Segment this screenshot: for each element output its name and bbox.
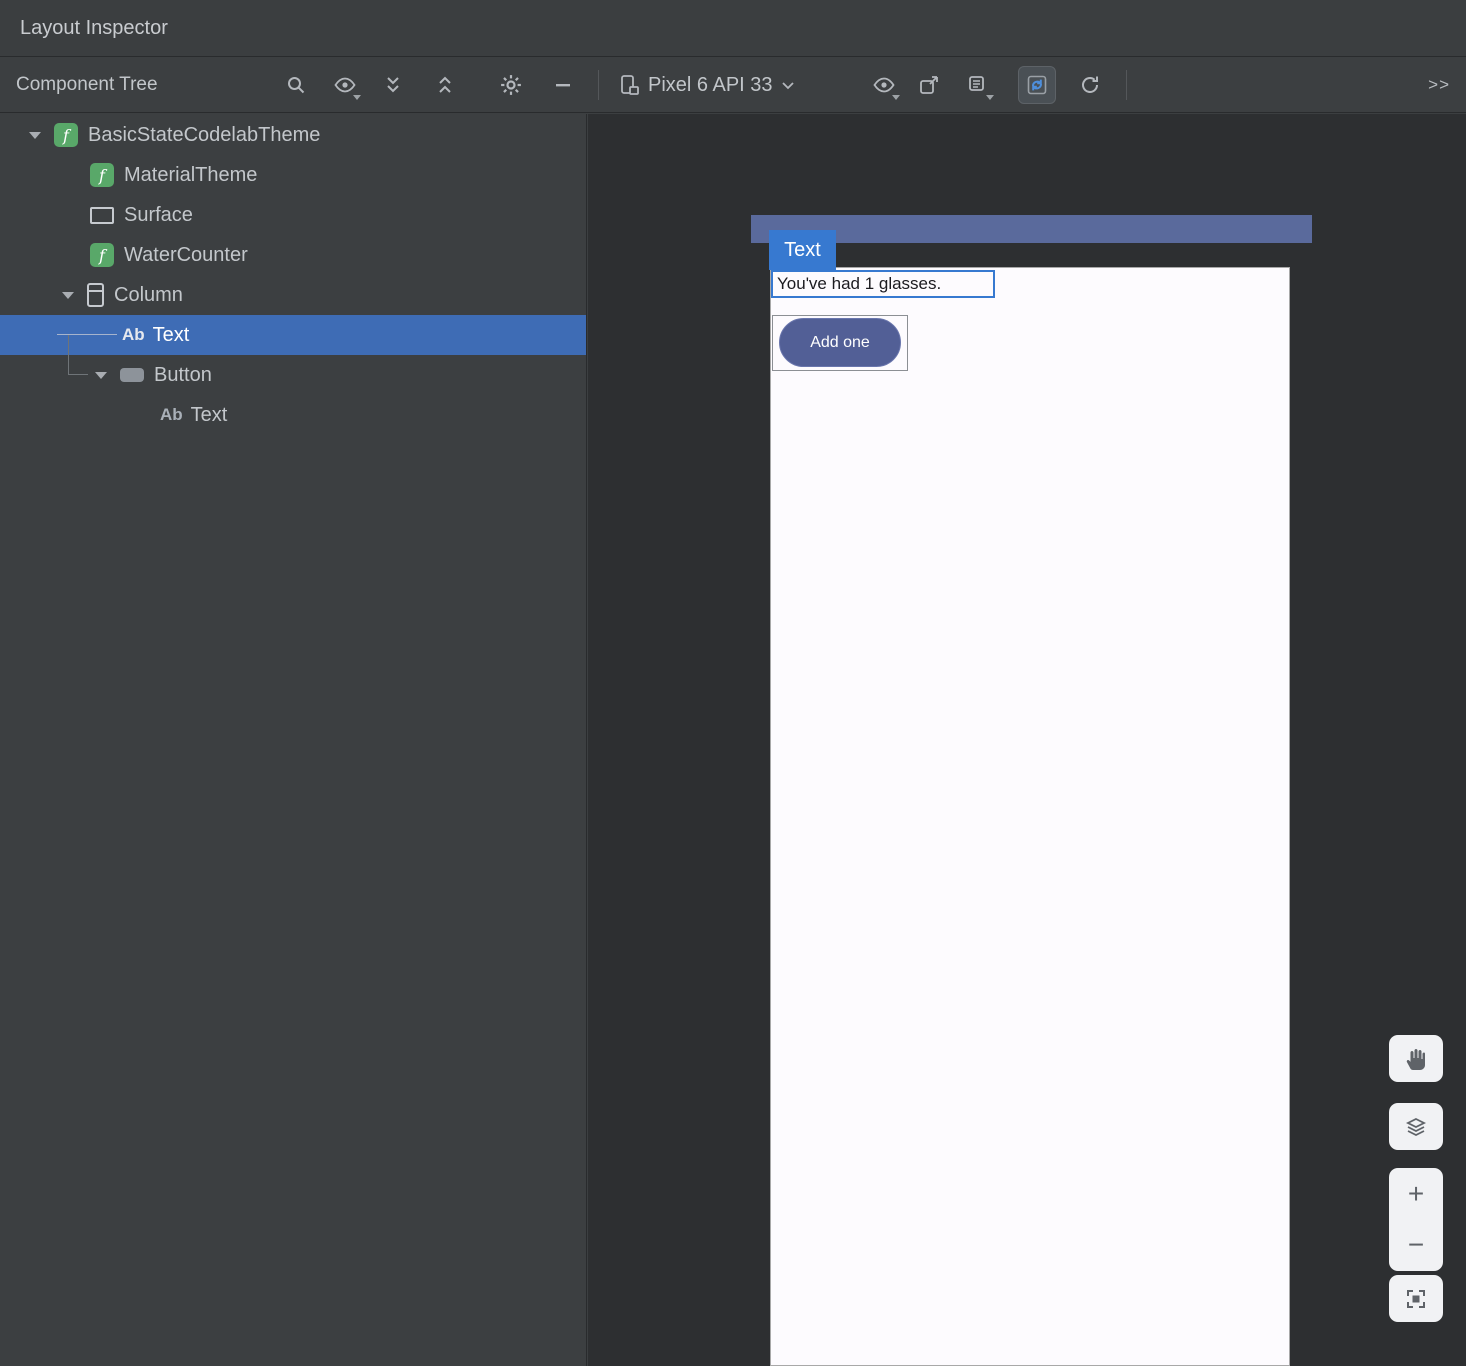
collapse-all-button[interactable]	[426, 66, 464, 104]
toolbar-overflow-button[interactable]: >>	[1422, 71, 1456, 99]
composable-icon: f	[90, 163, 114, 187]
chevron-down-icon[interactable]	[24, 124, 46, 146]
window-title: Layout Inspector	[20, 17, 168, 40]
snapshot-icon	[967, 74, 989, 96]
composable-icon: f	[54, 123, 78, 147]
zoom-out-button[interactable]: −	[1389, 1220, 1443, 1272]
export-screenshot-button[interactable]	[910, 66, 948, 104]
layout-inspector-window: Layout Inspector Component Tree Pixel 6 …	[0, 0, 1466, 1366]
toolbar-separator	[598, 70, 599, 100]
tree-item-text-child[interactable]: Ab Text	[0, 395, 586, 435]
zoom-controls: + −	[1389, 1168, 1443, 1271]
dropdown-arrow-icon	[353, 95, 361, 100]
toolbar: Component Tree Pixel 6 API 33	[0, 58, 1466, 113]
tree-item-label: Button	[154, 364, 212, 387]
pan-button[interactable]	[1389, 1035, 1443, 1082]
settings-button[interactable]	[492, 66, 530, 104]
chevron-down-icon[interactable]	[90, 364, 112, 386]
selected-text-bounds: You've had 1 glasses.	[771, 270, 995, 298]
hide-panel-button[interactable]	[544, 66, 582, 104]
button-node-icon	[120, 368, 144, 382]
pan-hand-icon	[1404, 1047, 1428, 1071]
device-app-surface	[770, 267, 1290, 1366]
screenshot-export-icon	[918, 74, 940, 96]
component-tree-panel: f BasicStateCodelabTheme f MaterialTheme…	[0, 114, 587, 1366]
tree-item-label: Text	[191, 404, 228, 427]
tree-item-watercounter[interactable]: f WaterCounter	[0, 235, 586, 275]
window-titlebar: Layout Inspector	[0, 0, 1466, 57]
eye-icon	[873, 77, 895, 93]
export-snapshot-button[interactable]	[959, 66, 997, 104]
surface-icon	[90, 207, 114, 224]
live-updates-toggle[interactable]	[1018, 66, 1056, 104]
device-selector[interactable]: Pixel 6 API 33	[612, 65, 801, 105]
rendering-options-button[interactable]	[865, 66, 903, 104]
tree-item-basicstatecodelabtheme[interactable]: f BasicStateCodelabTheme	[0, 115, 586, 155]
device-selector-label: Pixel 6 API 33	[648, 74, 773, 97]
view-options-button[interactable]	[326, 66, 364, 104]
collapse-all-icon	[435, 75, 455, 95]
expand-all-icon	[383, 75, 403, 95]
tree-item-button[interactable]: Button	[0, 355, 586, 395]
dropdown-arrow-icon	[892, 95, 900, 100]
component-tree-title: Component Tree	[16, 74, 158, 96]
eye-icon	[334, 77, 356, 93]
dropdown-arrow-icon	[986, 95, 994, 100]
search-icon	[285, 74, 307, 96]
search-button[interactable]	[277, 66, 315, 104]
tree-item-materialtheme[interactable]: f MaterialTheme	[0, 155, 586, 195]
zoom-fit-icon	[1406, 1289, 1426, 1309]
tree-item-label: WaterCounter	[124, 244, 248, 267]
tree-item-column[interactable]: Column	[0, 275, 586, 315]
text-node-icon: Ab	[122, 325, 145, 345]
refresh-button[interactable]	[1071, 66, 1109, 104]
tree-item-label: Column	[114, 284, 183, 307]
tree-item-text-selected[interactable]: Ab Text	[0, 315, 586, 355]
chevron-down-icon[interactable]	[57, 284, 79, 306]
text-node-icon: Ab	[160, 405, 183, 425]
selection-badge: Text	[769, 230, 836, 270]
rotation-mode-button[interactable]	[1389, 1103, 1443, 1150]
tree-item-label: MaterialTheme	[124, 164, 257, 187]
column-icon	[87, 283, 104, 307]
zoom-fit-button[interactable]	[1389, 1275, 1443, 1322]
layers-3d-icon	[1404, 1115, 1428, 1139]
expand-all-button[interactable]	[374, 66, 412, 104]
tree-item-label: Text	[153, 324, 190, 347]
gear-icon	[500, 74, 522, 96]
live-updates-icon	[1026, 74, 1048, 96]
chevron-down-icon	[781, 81, 795, 90]
minus-icon	[553, 75, 573, 95]
zoom-in-button[interactable]: +	[1389, 1168, 1443, 1220]
composable-icon: f	[90, 243, 114, 267]
tree-item-label: BasicStateCodelabTheme	[88, 124, 320, 147]
tree-item-surface[interactable]: Surface	[0, 195, 586, 235]
device-icon	[618, 74, 640, 96]
add-one-button[interactable]: Add one	[779, 318, 901, 367]
tree-item-label: Surface	[124, 204, 193, 227]
device-render-canvas[interactable]: Text You've had 1 glasses. Add one + −	[588, 114, 1466, 1366]
toolbar-separator	[1126, 70, 1127, 100]
refresh-icon	[1079, 74, 1101, 96]
